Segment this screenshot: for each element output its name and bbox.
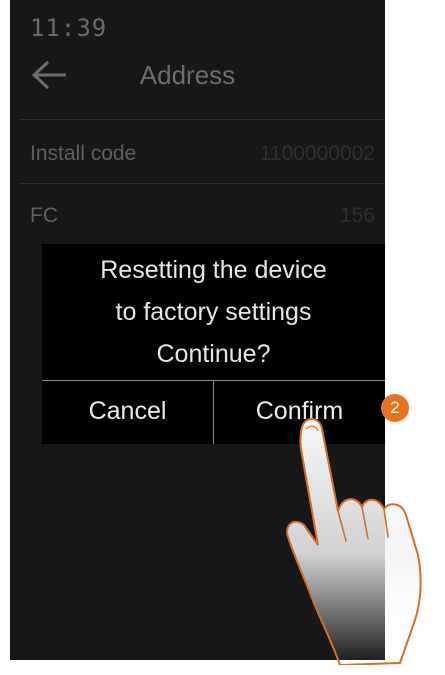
page-title: Address [139, 60, 236, 90]
row-divider [20, 183, 385, 184]
dialog-message-line-1: Resetting the device [100, 256, 327, 284]
header-divider [20, 119, 385, 120]
fc-label: FC [30, 204, 58, 227]
fc-value: 156 [339, 204, 375, 227]
step-badge: 2 [381, 394, 409, 422]
dialog-message-line-2: to factory settings [115, 298, 312, 326]
cancel-button[interactable]: Cancel [42, 381, 213, 444]
install-code-label: Install code [30, 142, 137, 165]
reset-confirm-dialog: Resetting the device to factory settings… [42, 244, 385, 444]
pointing-hand-icon [286, 418, 422, 665]
install-code-value: 1100000002 [259, 142, 375, 165]
dialog-message-line-3: Continue? [156, 340, 271, 368]
status-time: 11:39 [30, 14, 108, 42]
